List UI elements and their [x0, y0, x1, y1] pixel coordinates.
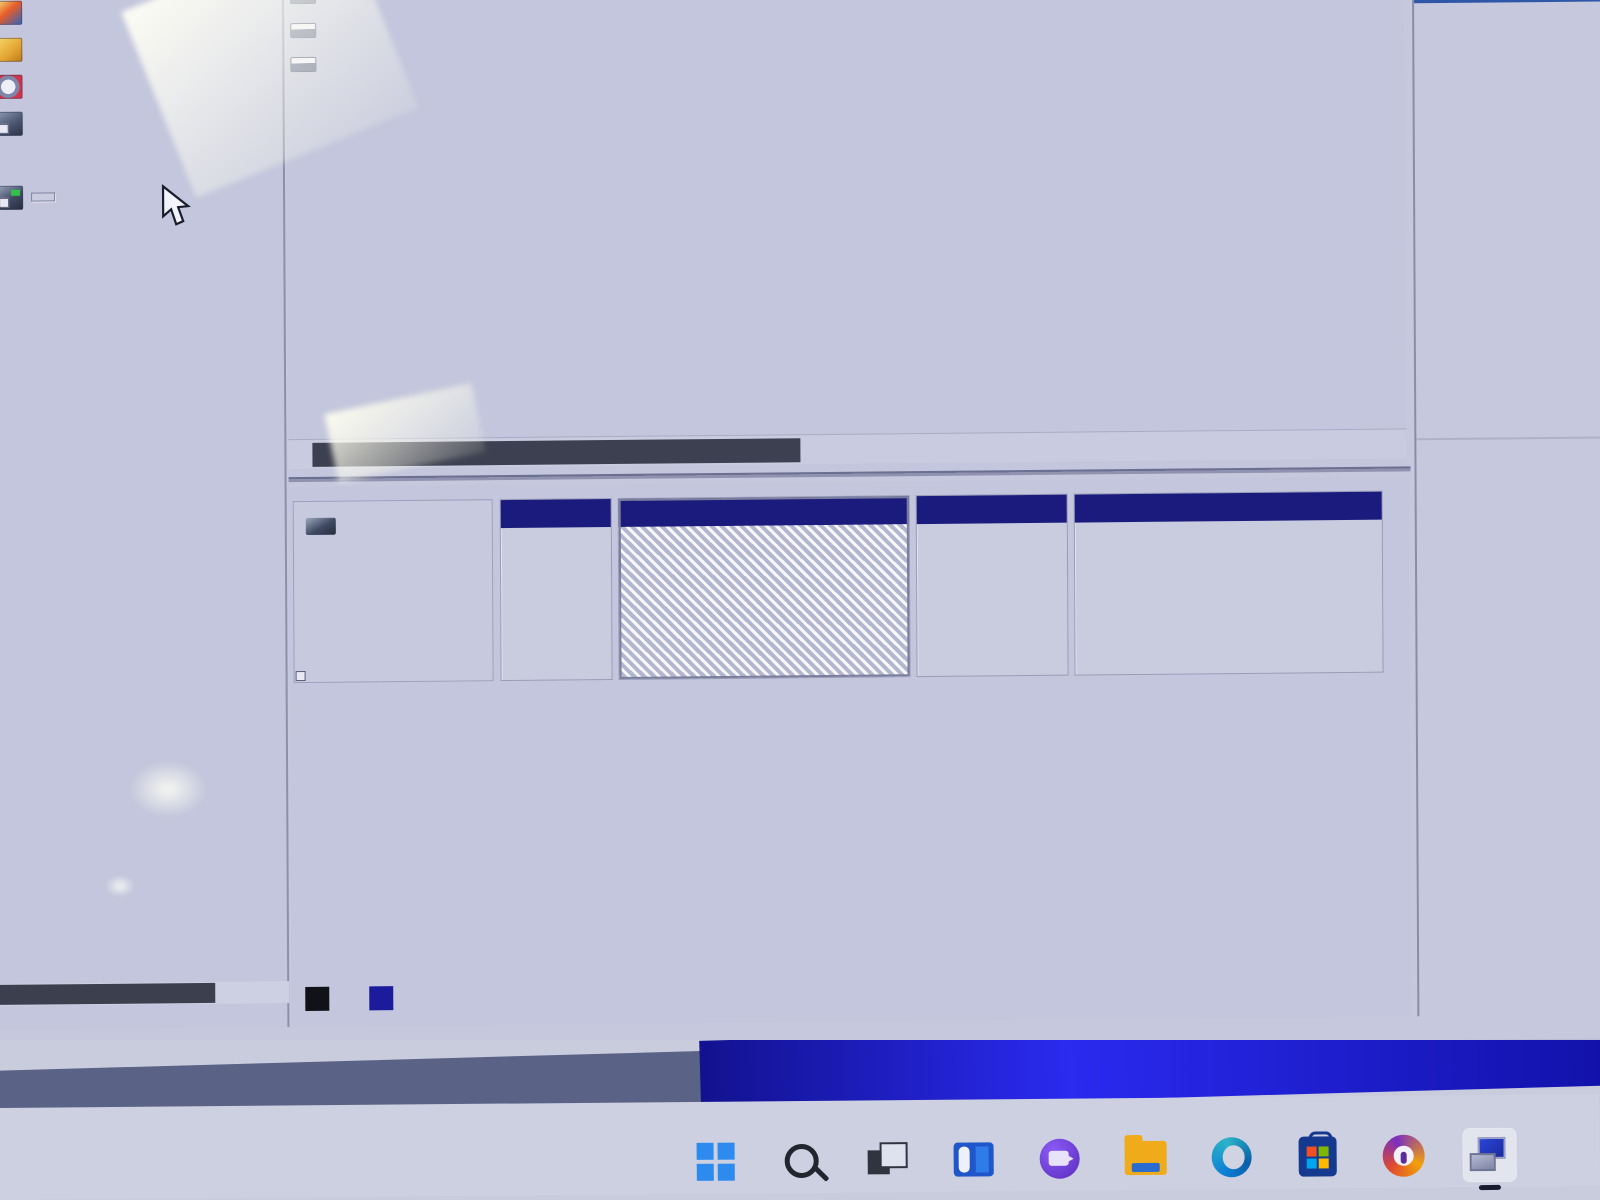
disk-management-icon	[0, 185, 24, 210]
volume-name	[326, 28, 504, 30]
computer-management-window	[0, 0, 1600, 1054]
partition-status	[631, 541, 899, 544]
volume-name	[326, 62, 504, 64]
sidebar-item-storage[interactable]	[0, 139, 285, 179]
disk-type	[306, 542, 492, 544]
partition-size	[1087, 537, 1372, 540]
search-button[interactable]	[775, 1135, 827, 1187]
widgets-icon	[953, 1142, 994, 1177]
actions-separator	[1416, 436, 1600, 441]
taskbar-icon-group	[689, 1128, 1516, 1188]
mouse-cursor	[161, 184, 191, 226]
task-view-button[interactable]	[861, 1134, 913, 1186]
microsoft-store-icon	[1298, 1136, 1337, 1177]
scrollbar-thumb[interactable]	[312, 438, 801, 467]
disk-row-0	[292, 490, 1384, 684]
taskbar	[0, 1094, 1600, 1200]
chat-icon	[1039, 1138, 1080, 1179]
partition-letter	[929, 535, 1057, 536]
partition-color-bar	[916, 494, 1067, 525]
file-explorer-button[interactable]	[1119, 1132, 1171, 1184]
console-tree-pane	[0, 0, 290, 1030]
partition-3[interactable]	[1073, 490, 1384, 676]
sidebar-item-disk-management[interactable]	[0, 176, 285, 216]
start-button[interactable]	[689, 1136, 741, 1188]
scrollbar-thumb[interactable]	[0, 982, 216, 1005]
legend-item-primary-partition	[369, 986, 403, 1011]
partition-color-bar	[1074, 491, 1382, 523]
search-icon	[784, 1143, 819, 1179]
edge-icon	[1211, 1137, 1252, 1178]
disk-capacity	[306, 542, 492, 544]
console-tree	[0, 0, 285, 253]
sidebar-item-shared-folders[interactable]	[0, 28, 284, 68]
legend-swatch-primary	[369, 986, 394, 1011]
volume-layout	[504, 60, 696, 62]
computer-management-button[interactable]	[1463, 1128, 1516, 1182]
task-view-icon	[867, 1144, 908, 1176]
sidebar-item-services-and-applications[interactable]	[0, 213, 285, 253]
volume-type	[696, 59, 816, 60]
volume-type	[696, 25, 816, 26]
partition-size	[513, 544, 601, 545]
store-button[interactable]	[1291, 1130, 1343, 1182]
windows-logo-icon	[696, 1142, 735, 1181]
event-viewer-icon	[0, 0, 23, 25]
actions-pane-header	[1413, 0, 1600, 4]
volume-status	[936, 53, 1404, 57]
key-shield-icon	[1382, 1134, 1425, 1177]
legend-item-unallocated	[305, 986, 339, 1012]
partition-status	[1087, 537, 1372, 540]
legend	[305, 986, 421, 1012]
sidebar-item-label	[31, 192, 56, 202]
partition-1[interactable]	[617, 495, 911, 680]
partition-status	[929, 540, 1057, 541]
partition-color-bar	[500, 499, 611, 529]
partition-strip	[493, 490, 1384, 682]
sidebar-item-performance[interactable]	[0, 65, 285, 105]
volume-icon	[289, 0, 317, 4]
volume-icon	[290, 56, 317, 72]
partition-letter	[631, 536, 899, 539]
disk-info-panel[interactable]	[292, 499, 494, 684]
widgets-button[interactable]	[947, 1133, 999, 1185]
monitor-photo	[0, 0, 1600, 1200]
volume-status	[936, 19, 1404, 23]
graphical-disk-pane	[288, 476, 1412, 1028]
sidebar-item-event-viewer[interactable]	[0, 0, 284, 31]
password-manager-button[interactable]	[1377, 1130, 1429, 1182]
disk-state	[306, 542, 492, 544]
partition-status	[513, 544, 601, 545]
volume-list-pane	[285, 0, 1407, 480]
volume-filesystem	[816, 24, 936, 25]
volume-layout	[504, 26, 696, 28]
device-manager-icon	[0, 111, 23, 136]
actions-more-actions[interactable]	[1414, 23, 1600, 25]
partition-size	[631, 541, 899, 544]
folder-icon	[1124, 1140, 1167, 1176]
partition-0[interactable]	[499, 498, 613, 682]
chat-button[interactable]	[1033, 1133, 1085, 1185]
hard-disk-icon	[305, 517, 336, 535]
volume-icon	[290, 22, 317, 38]
sidebar-item-device-manager[interactable]	[0, 102, 285, 142]
tree-horizontal-scrollbar[interactable]	[0, 981, 290, 1006]
partition-letter	[1087, 532, 1372, 535]
legend-swatch-unallocated	[305, 986, 330, 1012]
performance-icon	[0, 74, 23, 99]
partition-2[interactable]	[915, 493, 1069, 678]
disk-title	[305, 516, 492, 535]
volume-filesystem	[816, 58, 936, 59]
computer-management-icon	[1469, 1136, 1510, 1173]
partition-size	[929, 540, 1057, 541]
shared-folders-icon	[0, 37, 23, 62]
desktop-area	[0, 1040, 1600, 1200]
actions-pane	[1411, 0, 1600, 1017]
partition-letter	[513, 539, 601, 540]
edge-button[interactable]	[1205, 1131, 1257, 1183]
partition-color-bar	[618, 496, 909, 527]
